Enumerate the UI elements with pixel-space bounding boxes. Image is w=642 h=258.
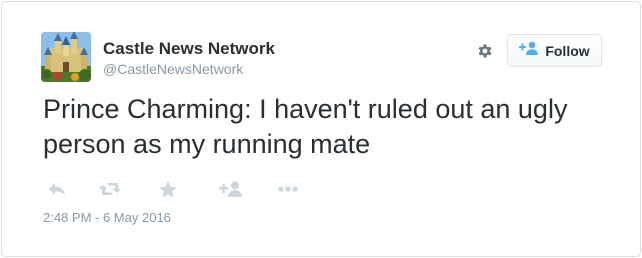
user-handle[interactable]: @CastleNewsNetwork <box>103 61 243 77</box>
castle-avatar-image <box>41 32 91 82</box>
user-display-name[interactable]: Castle News Network <box>103 39 275 59</box>
follow-button[interactable]: Follow <box>507 34 602 67</box>
reply-icon[interactable] <box>46 178 68 200</box>
tweet-actions <box>46 178 298 200</box>
tweet-card: Castle News Network @CastleNewsNetwork F… <box>1 1 641 257</box>
tweet-timestamp[interactable]: 2:48 PM - 6 May 2016 <box>43 210 171 225</box>
avatar[interactable] <box>41 32 91 82</box>
follow-label: Follow <box>545 42 590 59</box>
add-user-icon <box>519 41 539 60</box>
add-user-icon[interactable] <box>218 178 244 200</box>
tweet-text: Prince Charming: I haven't ruled out an … <box>43 94 568 159</box>
retweet-icon[interactable] <box>98 178 122 200</box>
like-star-icon[interactable] <box>158 178 178 200</box>
more-icon[interactable] <box>278 178 298 200</box>
gear-icon[interactable] <box>474 40 496 62</box>
